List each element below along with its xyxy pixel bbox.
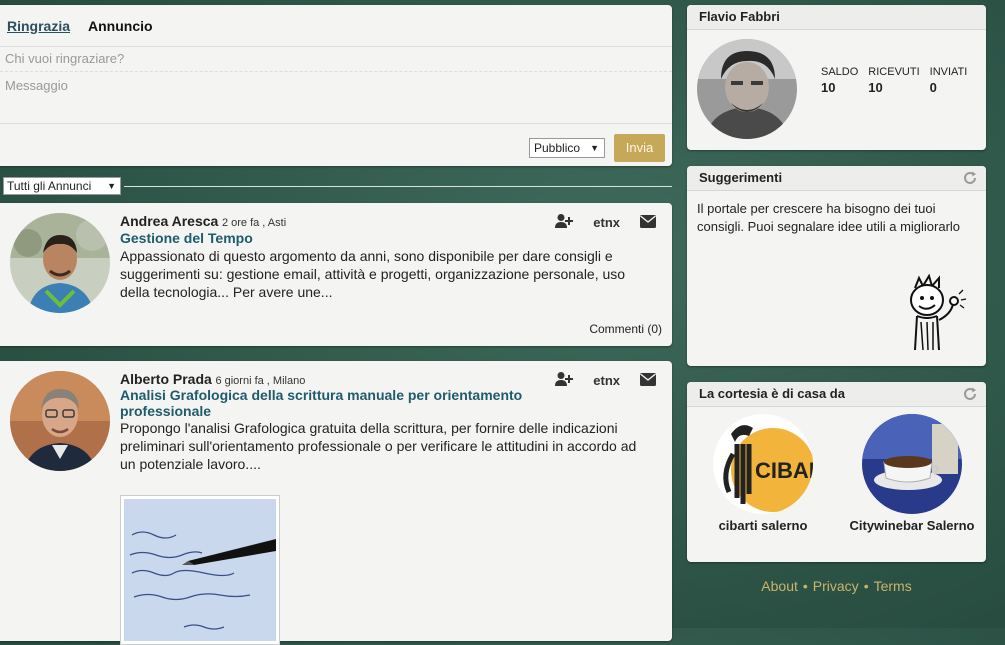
business-logo[interactable]: CIBAR	[713, 414, 813, 514]
suggestions-title: Suggerimenti	[687, 166, 986, 191]
business-name[interactable]: cibarti salerno	[698, 518, 828, 534]
suggestions-title-text: Suggerimenti	[699, 170, 783, 185]
etnx-button[interactable]: etnx	[593, 215, 620, 230]
chevron-down-icon: ▼	[590, 143, 599, 153]
profile-name[interactable]: Flavio Fabbri	[687, 5, 986, 30]
visibility-select[interactable]: Pubblico ▼	[529, 138, 605, 158]
post-body: Appassionato di questo argomento da anni…	[120, 248, 626, 300]
composer-tabs: Ringrazia Annuncio	[0, 5, 672, 47]
comments-link[interactable]: Commenti (0)	[589, 322, 662, 336]
footer-link-about[interactable]: About	[761, 578, 798, 594]
business-card[interactable]: Citywinebar Salerno	[847, 414, 977, 534]
courtesy-panel: La cortesia è di casa da CIBAR cibarti s…	[687, 382, 986, 562]
suggestions-text: Il portale per crescere ha bisogno dei t…	[697, 201, 961, 234]
stat-inviati: INVIATI 0	[930, 66, 968, 95]
post-body: Propongo l'analisi Grafologica gratuita …	[120, 420, 637, 472]
tab-ringrazia[interactable]: Ringrazia	[7, 18, 70, 34]
post-meta: 6 giorni fa , Milano	[215, 375, 306, 387]
tab-annuncio[interactable]: Annuncio	[88, 18, 153, 34]
stat-saldo: SALDO 10	[821, 66, 858, 95]
stat-value: 10	[868, 80, 883, 95]
profile-stats: SALDO 10 RICEVUTI 10 INVIATI 0	[821, 66, 967, 95]
refresh-icon[interactable]	[962, 386, 978, 402]
post-card: Andrea Aresca 2 ore fa , Asti Gestione d…	[0, 203, 672, 346]
envelope-icon[interactable]	[640, 214, 656, 231]
post-actions: etnx	[555, 213, 656, 232]
author-name[interactable]: Alberto Prada	[120, 371, 212, 387]
post-title[interactable]: Gestione del Tempo	[120, 230, 560, 246]
ads-filter-select[interactable]: Tutti gli Annunci ▼	[3, 177, 121, 195]
cartoon-mascot-icon	[910, 274, 967, 351]
send-button[interactable]: Invia	[614, 134, 665, 162]
profile-panel: Flavio Fabbri SALDO 10 RICEVUTI 10 INVIA…	[687, 5, 986, 150]
post-actions: etnx	[555, 371, 656, 390]
add-user-icon[interactable]	[555, 371, 574, 390]
stat-label: INVIATI	[929, 66, 968, 78]
visibility-value: Pubblico	[534, 141, 581, 155]
stat-value: 0	[929, 80, 937, 95]
ads-filter-value: Tutti gli Annunci	[7, 179, 92, 193]
composer-panel: Ringrazia Annuncio Chi vuoi ringraziare?…	[0, 5, 672, 166]
add-user-icon[interactable]	[555, 213, 574, 232]
footer-link-privacy[interactable]: Privacy	[813, 578, 859, 594]
footer-links: About • Privacy • Terms	[687, 578, 986, 594]
courtesy-title-text: La cortesia è di casa da	[699, 386, 845, 401]
profile-avatar[interactable]	[697, 39, 797, 139]
message-input[interactable]: Messaggio	[0, 72, 672, 124]
chevron-down-icon: ▼	[107, 181, 116, 191]
post-attachment-image[interactable]	[120, 495, 280, 645]
post-header: Alberto Prada 6 giorni fa , Milano	[120, 371, 305, 387]
author-avatar[interactable]	[10, 371, 110, 471]
author-name[interactable]: Andrea Aresca	[120, 213, 218, 229]
courtesy-title: La cortesia è di casa da	[687, 382, 986, 407]
post-meta: 2 ore fa , Asti	[221, 217, 287, 229]
recipient-input[interactable]: Chi vuoi ringraziare?	[0, 47, 672, 72]
footer-link-terms[interactable]: Terms	[874, 578, 912, 594]
envelope-icon[interactable]	[640, 372, 656, 389]
suggestions-panel: Suggerimenti Il portale per crescere ha …	[687, 166, 986, 366]
business-name[interactable]: Citywinebar Salerno	[847, 518, 977, 534]
separator: •	[863, 578, 869, 594]
etnx-button[interactable]: etnx	[593, 373, 620, 388]
business-logo[interactable]	[862, 414, 962, 514]
stat-label: SALDO	[821, 66, 859, 78]
refresh-icon[interactable]	[962, 170, 978, 186]
stat-label: RICEVUTI	[868, 66, 920, 78]
post-card: Alberto Prada 6 giorni fa , Milano Anali…	[0, 361, 672, 645]
post-header: Andrea Aresca 2 ore fa , Asti	[120, 213, 286, 229]
separator: •	[802, 578, 808, 594]
post-title[interactable]: Analisi Grafologica della scrittura manu…	[120, 387, 560, 419]
business-logo-text: CIBAR	[755, 458, 813, 483]
divider	[124, 186, 672, 187]
business-card[interactable]: CIBAR cibarti salerno	[698, 414, 828, 534]
stat-ricevuti: RICEVUTI 10	[868, 66, 919, 95]
author-avatar[interactable]	[10, 213, 110, 313]
stat-value: 10	[821, 80, 836, 95]
